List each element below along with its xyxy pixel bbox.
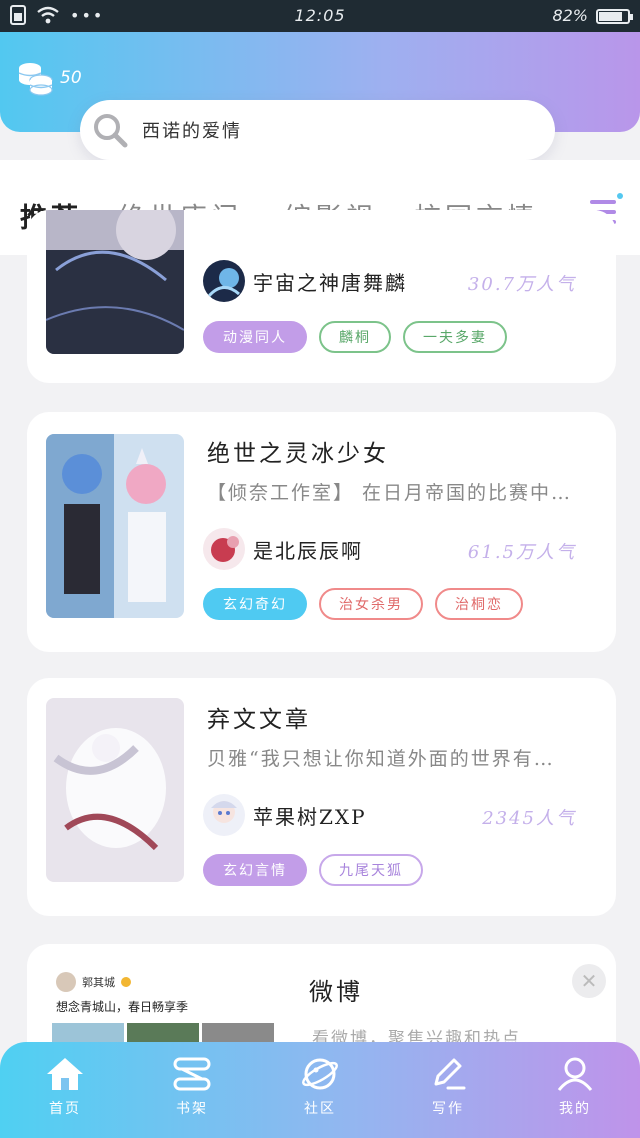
book-description: 贝雅“我只想让你知道外面的世界有… — [207, 748, 555, 770]
nav-write-label: 写作 — [432, 1101, 464, 1117]
nav-bookshelf[interactable]: 书架 — [147, 1056, 237, 1118]
nav-community-label: 社区 — [304, 1101, 336, 1117]
tag[interactable]: 玄幻言情 — [203, 854, 307, 886]
bookshelf-icon — [173, 1057, 211, 1091]
author-avatar — [203, 794, 245, 836]
tag-list: 玄幻奇幻 治女杀男 治桐恋 — [203, 588, 523, 620]
battery-fill — [599, 12, 622, 21]
search-bar[interactable]: 西诺的爱情 — [80, 100, 555, 160]
author-name: 是北辰辰啊 — [253, 538, 363, 563]
nav-home-label: 首页 — [49, 1101, 81, 1117]
tag[interactable]: 治桐恋 — [435, 588, 523, 620]
popularity: 2345人气 — [482, 808, 576, 829]
tag[interactable]: 一夫多妻 — [403, 321, 507, 353]
status-bar: ••• 12:05 82% — [0, 0, 640, 32]
book-title[interactable]: 绝世之灵冰少女 — [207, 434, 389, 468]
popularity: 61.5万人气 — [467, 542, 576, 563]
book-card[interactable]: 弃文文章 贝雅“我只想让你知道外面的世界有… 苹果树ZXP 2345人气 玄幻言… — [27, 678, 616, 916]
book-cover — [46, 434, 184, 618]
tag[interactable]: 九尾天狐 — [319, 854, 423, 886]
tag-list: 动漫同人 麟桐 一夫多妻 — [203, 321, 507, 353]
nav-home[interactable]: 首页 — [20, 1056, 110, 1118]
author-avatar — [203, 528, 245, 570]
pen-icon — [434, 1058, 466, 1090]
ad-post-avatar — [56, 972, 76, 992]
search-query[interactable]: 西诺的爱情 — [142, 117, 242, 143]
clock: 12:05 — [294, 6, 346, 25]
tag-list: 玄幻言情 九尾天狐 — [203, 854, 423, 886]
battery-percent: 82% — [552, 6, 588, 25]
book-cover — [46, 698, 184, 882]
close-icon[interactable]: ✕ — [572, 964, 606, 998]
nav-write[interactable]: 写作 — [403, 1056, 493, 1118]
nav-profile-label: 我的 — [559, 1101, 591, 1117]
book-title[interactable]: 弃文文章 — [207, 700, 311, 734]
coin-count: 50 — [60, 68, 82, 88]
ad-title[interactable]: 微博 — [309, 972, 363, 1007]
book-author[interactable]: 是北辰辰啊 — [203, 528, 363, 570]
planet-icon — [302, 1058, 338, 1090]
book-description: 【倾奈工作室】 在日月帝国的比赛中… — [207, 482, 573, 504]
coins-icon — [18, 63, 53, 96]
ad-post-user: 郭其城 — [82, 976, 115, 989]
coin-balance[interactable]: 50 — [16, 60, 82, 96]
author-name: 苹果树ZXP — [253, 804, 367, 829]
author-avatar — [203, 260, 245, 302]
search-icon — [94, 114, 128, 148]
user-icon — [557, 1057, 593, 1091]
battery-icon — [596, 9, 633, 24]
nav-bookshelf-label: 书架 — [176, 1101, 208, 1117]
book-card[interactable]: 绝世之灵冰少女 【倾奈工作室】 在日月帝国的比赛中… 是北辰辰啊 61.5万人气… — [27, 412, 616, 652]
tag[interactable]: 动漫同人 — [203, 321, 307, 353]
tag[interactable]: 治女杀男 — [319, 588, 423, 620]
home-icon — [47, 1058, 83, 1090]
verified-badge-icon — [121, 977, 131, 987]
book-author[interactable]: 苹果树ZXP — [203, 794, 367, 836]
tag[interactable]: 玄幻奇幻 — [203, 588, 307, 620]
book-card[interactable]: 宇宙之神唐舞麟 30.7万人气 动漫同人 麟桐 一夫多妻 — [27, 210, 616, 383]
book-author[interactable]: 宇宙之神唐舞麟 — [203, 260, 407, 302]
nav-community[interactable]: 社区 — [275, 1056, 365, 1118]
nav-profile[interactable]: 我的 — [530, 1056, 620, 1118]
ad-post-header: 郭其城 — [52, 966, 274, 998]
bottom-navigation: 首页 书架 社区 写作 我的 — [0, 1042, 640, 1138]
book-cover — [46, 210, 184, 354]
popularity: 30.7万人气 — [467, 274, 576, 295]
tag[interactable]: 麟桐 — [319, 321, 391, 353]
author-name: 宇宙之神唐舞麟 — [253, 270, 407, 295]
ad-post-text: 想念青城山，春日畅享季 — [56, 1000, 189, 1014]
